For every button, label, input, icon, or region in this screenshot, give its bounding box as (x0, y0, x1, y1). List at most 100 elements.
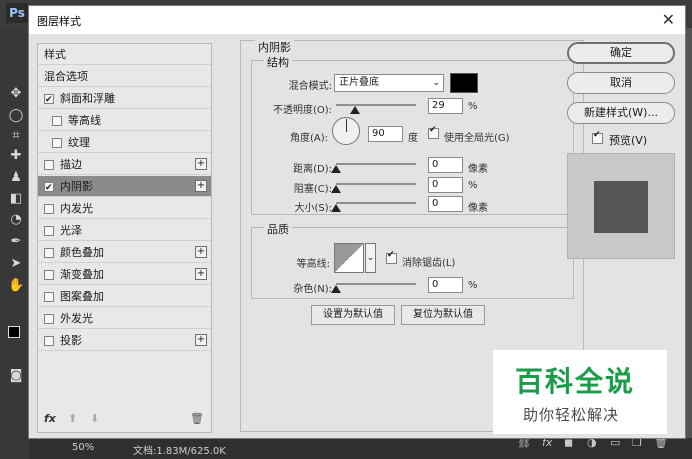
chevron-down-icon[interactable]: ⌄ (365, 243, 376, 273)
blur-tool-icon[interactable]: ◔ (8, 212, 24, 228)
shadow-color-swatch[interactable] (450, 73, 478, 93)
opacity-input[interactable]: 29 (428, 98, 463, 114)
list-item-color-overlay[interactable]: 颜色叠加 + (38, 242, 211, 263)
distance-slider-thumb[interactable] (331, 165, 341, 173)
angle-label: 角度(A): (289, 133, 328, 144)
distance-input[interactable]: 0 (428, 157, 463, 173)
list-item-bevel-emboss[interactable]: 斜面和浮雕 (38, 88, 211, 111)
list-item-stroke[interactable]: 描边 + (38, 154, 211, 175)
healing-tool-icon[interactable]: ✚ (8, 148, 24, 164)
section-title: 内阴影 (255, 39, 294, 55)
new-style-button[interactable]: 新建样式(W)... (567, 102, 675, 124)
move-down-icon[interactable]: ⬇ (90, 412, 99, 425)
watermark-title: 百科全说 (515, 365, 636, 398)
contour-preview[interactable] (334, 243, 364, 273)
add-gradient-overlay-icon[interactable]: + (195, 268, 207, 280)
size-label: 大小(S): (294, 203, 332, 214)
close-icon[interactable]: ✕ (662, 10, 675, 29)
trash-icon[interactable]: 🗑 (190, 412, 204, 425)
list-item-blending-options[interactable]: 混合选项 (38, 66, 211, 87)
contour-checkbox[interactable] (52, 116, 62, 126)
list-item-inner-glow[interactable]: 内发光 (38, 198, 211, 219)
size-slider[interactable] (336, 202, 416, 204)
watermark: 百科全说 助你轻松解决 (493, 350, 667, 434)
quick-mask-icon[interactable]: ◙ (8, 368, 24, 384)
watermark-subtitle: 助你轻松解决 (523, 406, 620, 424)
move-tool-icon[interactable]: ✥ (8, 86, 24, 102)
size-slider-thumb[interactable] (331, 204, 341, 212)
set-default-button[interactable]: 设置为默认值 (311, 305, 395, 325)
foreground-color-icon[interactable] (8, 326, 20, 338)
cancel-button[interactable]: 取消 (567, 72, 675, 94)
add-inner-shadow-icon[interactable]: + (195, 180, 207, 192)
add-stroke-icon[interactable]: + (195, 158, 207, 170)
hand-tool-icon[interactable]: ✋ (8, 278, 24, 294)
list-item-styles[interactable]: 样式 (38, 44, 211, 65)
list-item-contour[interactable]: 等高线 (38, 110, 211, 131)
choke-label: 阻塞(C): (293, 184, 332, 195)
opacity-slider-thumb[interactable] (350, 106, 360, 114)
angle-dial-needle (346, 119, 347, 132)
add-drop-shadow-icon[interactable]: + (195, 334, 207, 346)
inner-shadow-checkbox[interactable] (44, 178, 54, 199)
list-item-label: 图案叠加 (60, 290, 104, 303)
preview-checkbox[interactable] (592, 130, 603, 144)
antialias-checkbox[interactable] (386, 250, 397, 264)
angle-unit: 度 (408, 133, 418, 144)
chevron-down-icon: ⌄ (432, 78, 440, 88)
list-item-label: 光泽 (60, 224, 82, 237)
global-light-checkbox[interactable] (428, 125, 439, 139)
bevel-emboss-checkbox[interactable] (44, 90, 54, 111)
pen-tool-icon[interactable]: ✒ (8, 234, 24, 250)
list-item-pattern-overlay[interactable]: 图案叠加 (38, 286, 211, 307)
list-item-label: 颜色叠加 (60, 246, 104, 259)
noise-input[interactable]: 0 (428, 277, 463, 293)
select-tool-icon[interactable]: ➤ (8, 256, 24, 272)
list-item-inner-shadow[interactable]: 内阴影 + (38, 176, 211, 199)
dialog-titlebar: 图层样式 ✕ (29, 6, 685, 34)
color-overlay-checkbox[interactable] (44, 248, 54, 258)
preview-label: 预览(V) (609, 134, 648, 147)
crop-tool-icon[interactable]: ⌗ (8, 128, 24, 144)
list-item-drop-shadow[interactable]: 投影 + (38, 330, 211, 351)
reset-default-button[interactable]: 复位为默认值 (401, 305, 485, 325)
noise-slider-thumb[interactable] (331, 285, 341, 293)
ok-button[interactable]: 确定 (567, 42, 675, 64)
eraser-tool-icon[interactable]: ◧ (8, 191, 24, 207)
distance-slider[interactable] (336, 163, 416, 165)
noise-slider[interactable] (336, 283, 416, 285)
fx-menu-icon[interactable]: fx (44, 412, 56, 425)
opacity-slider[interactable] (336, 104, 416, 106)
stroke-checkbox[interactable] (44, 160, 54, 170)
list-item-texture[interactable]: 纹理 (38, 132, 211, 153)
move-up-icon[interactable]: ⬆ (68, 412, 77, 425)
texture-checkbox[interactable] (52, 138, 62, 148)
outer-glow-checkbox[interactable] (44, 314, 54, 324)
pattern-overlay-checkbox[interactable] (44, 292, 54, 302)
list-item-gradient-overlay[interactable]: 渐变叠加 + (38, 264, 211, 285)
angle-input[interactable]: 90 (368, 126, 403, 142)
list-item-satin[interactable]: 光泽 (38, 220, 211, 241)
drop-shadow-checkbox[interactable] (44, 336, 54, 346)
choke-slider-thumb[interactable] (331, 185, 341, 193)
angle-dial[interactable] (332, 117, 360, 145)
doc-size: 文档:1.83M/625.0K (133, 446, 226, 457)
size-input[interactable]: 0 (428, 196, 463, 212)
preview-square (594, 181, 648, 233)
list-item-label: 描边 (60, 158, 82, 171)
satin-checkbox[interactable] (44, 226, 54, 236)
contour-label: 等高线: (296, 259, 330, 270)
list-item-label: 内阴影 (60, 180, 93, 193)
choke-input[interactable]: 0 (428, 177, 463, 193)
list-item-outer-glow[interactable]: 外发光 (38, 308, 211, 329)
blend-mode-select[interactable]: 正片叠底 ⌄ (334, 74, 444, 92)
noise-unit: % (468, 280, 478, 291)
gradient-overlay-checkbox[interactable] (44, 270, 54, 280)
choke-slider[interactable] (336, 183, 416, 185)
zoom-level[interactable]: 50% (72, 442, 94, 453)
inner-glow-checkbox[interactable] (44, 204, 54, 214)
lasso-tool-icon[interactable]: ◯ (8, 108, 24, 124)
add-color-overlay-icon[interactable]: + (195, 246, 207, 258)
stamp-tool-icon[interactable]: ♟ (8, 170, 24, 186)
antialias-label: 消除锯齿(L) (402, 258, 456, 269)
